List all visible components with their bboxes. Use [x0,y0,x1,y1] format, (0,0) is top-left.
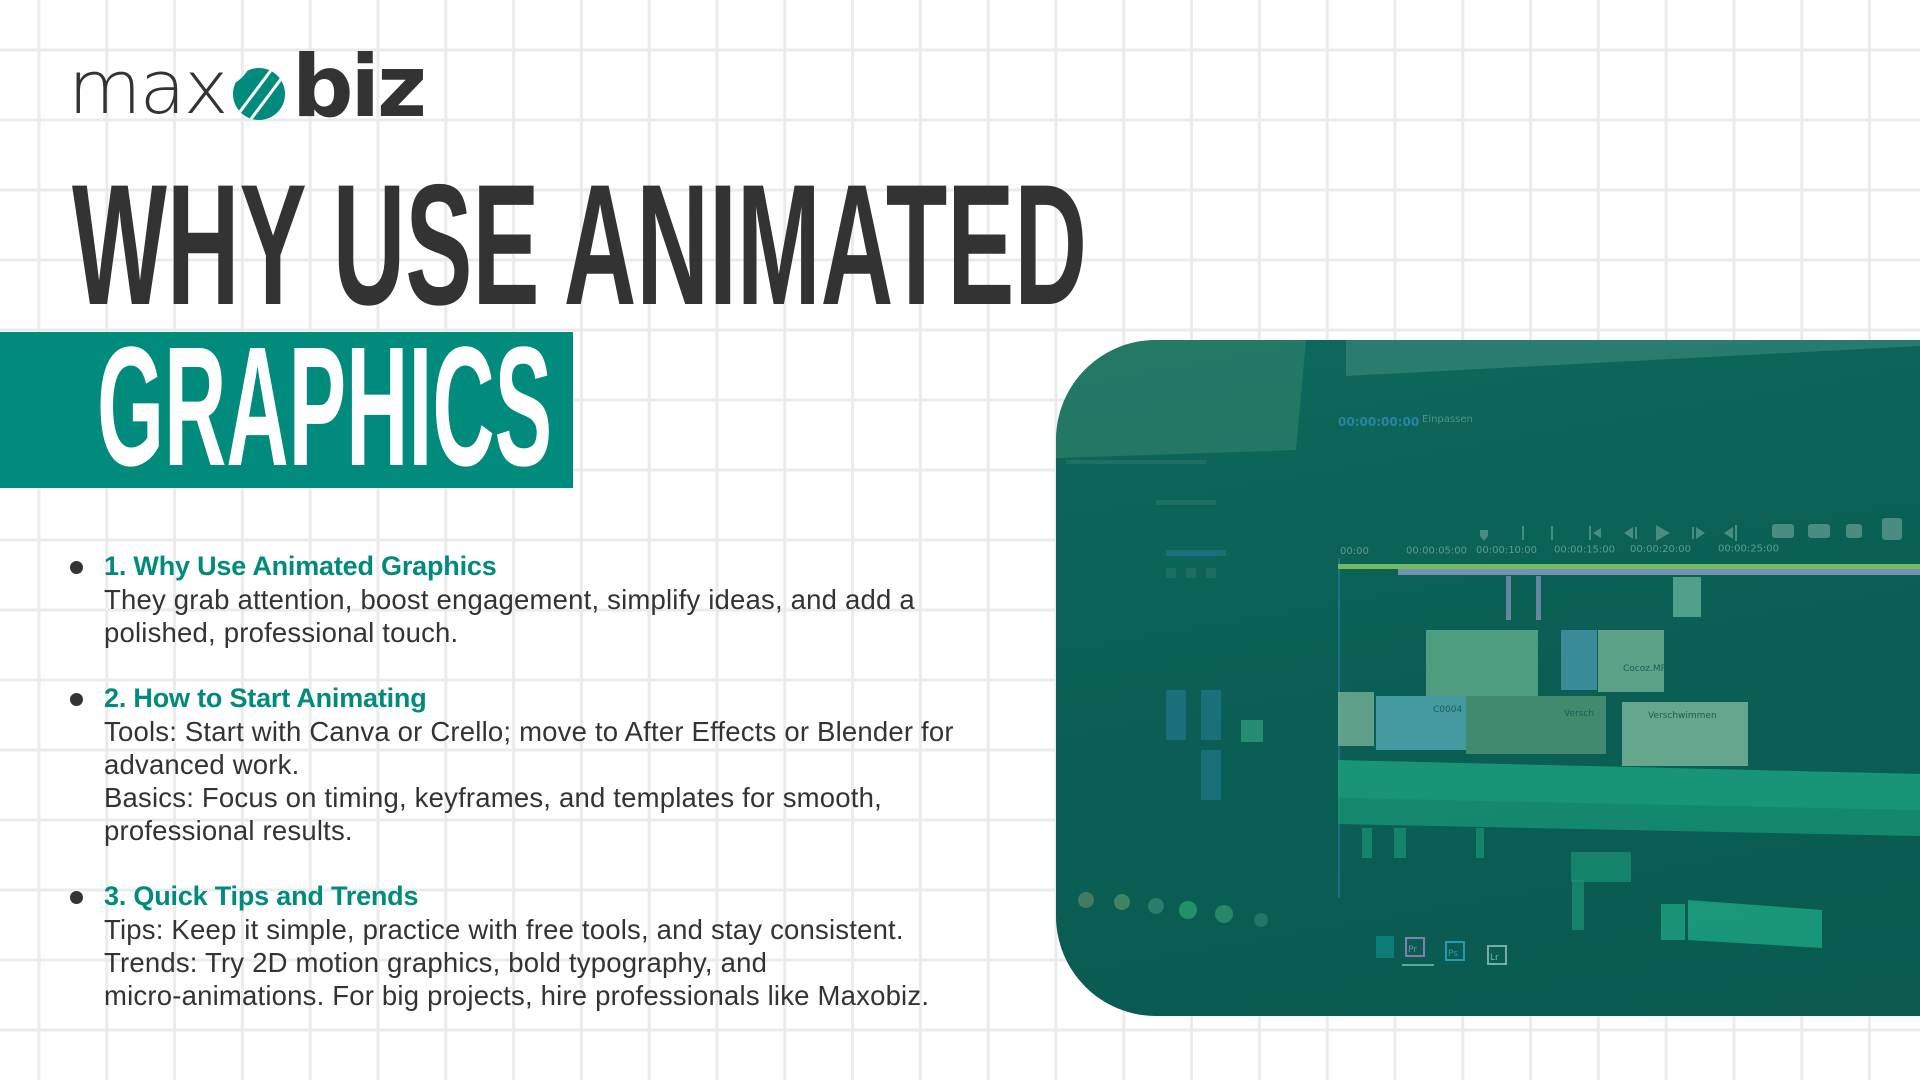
bullet-list: 1. Why Use Animated Graphics They grab at… [68,550,1048,1045]
teal-tint-overlay [1056,340,1920,1016]
section-body-line: Trends: Try 2D motion graphics, bold typ… [104,947,768,978]
section-heading: 1. Why Use Animated Graphics [104,551,497,581]
bullet-section: 2. How to Start Animating Tools: Start wi… [68,682,1048,847]
editing-timeline-photo: 00:00:00:00 Einpassen 00:00 00:00:05:00 … [1056,340,1920,1016]
maxobiz-logo: max biz [68,44,427,131]
section-body-line: Tools: Start with Canva or Crello; move … [104,716,954,747]
section-body-line: advanced work. [104,749,300,780]
section-body-line: professional results. [104,815,353,846]
section-body-line: polished, professional touch. [104,617,459,648]
bullet-dot-icon [70,891,83,904]
bullet-dot-icon [70,561,83,574]
section-body-line: Tips: Keep it simple, practice with free… [104,914,904,945]
logo-mark-icon [233,68,285,120]
bullet-section: 1. Why Use Animated Graphics They grab at… [68,550,1048,649]
bullet-section: 3. Quick Tips and Trends Tips: Keep it si… [68,880,1048,1012]
logo-wordmark-light: max [68,45,228,131]
section-body-line: They grab attention, boost engagement, s… [104,584,915,615]
section-heading: 3. Quick Tips and Trends [104,881,419,911]
section-heading: 2. How to Start Animating [104,683,427,713]
logo-wordmark-bold: biz [292,37,427,137]
section-body-line: Basics: Focus on timing, keyframes, and … [104,782,882,813]
bullet-dot-icon [70,693,83,706]
timeline-illustration: 00:00:00:00 Einpassen 00:00 00:00:05:00 … [1056,340,1920,1016]
headline-line-2: GRAPHICS [97,312,553,502]
headline-line-1: WHY USE ANIMATED [72,149,1087,341]
section-body-line: micro-animations. For big projects, hire… [104,980,930,1011]
